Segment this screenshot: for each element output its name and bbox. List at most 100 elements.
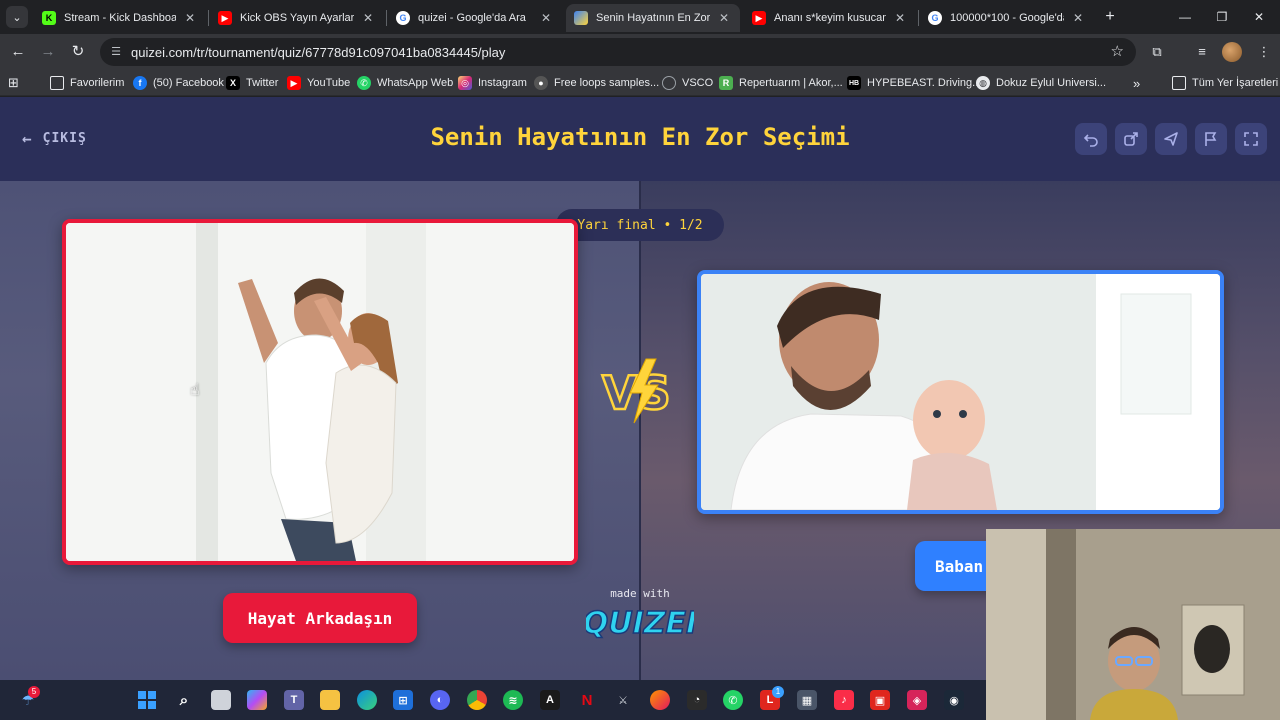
- apps-icon[interactable]: ⊞: [8, 75, 19, 91]
- whatsapp-icon[interactable]: ✆: [723, 690, 743, 710]
- right-choice-card[interactable]: [697, 270, 1224, 514]
- bookmark-label: VSCO: [682, 77, 714, 89]
- tab-title: Kick OBS Yayın Ayarları Na: [240, 12, 354, 24]
- bookmark-star-icon[interactable]: ☆: [1111, 42, 1124, 60]
- discord-icon[interactable]: ◐: [430, 690, 450, 710]
- game-icon[interactable]: ⚔: [613, 690, 633, 710]
- globe-icon: ◍: [976, 76, 990, 90]
- maximize-button[interactable]: ❐: [1207, 6, 1237, 28]
- folder-icon: [50, 76, 64, 90]
- close-icon[interactable]: ✕: [1070, 11, 1086, 25]
- bookmark-whatsapp[interactable]: ✆ WhatsApp Web: [357, 75, 453, 91]
- close-icon[interactable]: ✕: [538, 11, 554, 25]
- close-icon[interactable]: ✕: [892, 11, 908, 25]
- teams-icon[interactable]: T: [284, 690, 304, 710]
- share-icon: [1124, 132, 1138, 146]
- close-icon[interactable]: ✕: [360, 11, 376, 25]
- calculator-icon[interactable]: ▦: [797, 690, 817, 710]
- report-button[interactable]: [1195, 123, 1227, 155]
- music-icon[interactable]: ♪: [834, 690, 854, 710]
- site-info-icon[interactable]: ☰: [108, 44, 124, 60]
- tab-title: quizei - Google'da Ara: [418, 12, 526, 24]
- forward-button[interactable]: →: [37, 41, 59, 63]
- quizei-brand-text: QUIZEI: [586, 606, 694, 641]
- netflix-icon[interactable]: N: [577, 690, 597, 710]
- bookmark-all[interactable]: Tüm Yer İşaretleri: [1172, 75, 1278, 91]
- tab-quizei-google[interactable]: G quizei - Google'da Ara ✕: [388, 4, 562, 32]
- bookmark-instagram[interactable]: ◎ Instagram: [458, 75, 527, 91]
- task-view-icon[interactable]: [211, 690, 231, 710]
- close-window-button[interactable]: ✕: [1244, 6, 1274, 28]
- firefox-icon[interactable]: [650, 690, 670, 710]
- steam-icon[interactable]: ◉: [944, 690, 964, 710]
- bookmark-vsco[interactable]: VSCO: [662, 75, 713, 91]
- url-text[interactable]: quizei.com/tr/tournament/quiz/67778d91c0…: [131, 45, 505, 60]
- fullscreen-icon: [1244, 132, 1258, 146]
- menu-icon[interactable]: ⋮: [1254, 42, 1274, 62]
- send-button[interactable]: [1155, 123, 1187, 155]
- more-bookmarks-icon[interactable]: »: [1133, 75, 1140, 91]
- copilot-icon[interactable]: [247, 690, 267, 710]
- bookmark-deu[interactable]: ◍ Dokuz Eylul Universi...: [976, 75, 1106, 91]
- quizei-logo[interactable]: QUIZEI: [586, 601, 694, 641]
- tab-google-calc[interactable]: G 100000*100 - Google'da A ✕: [920, 4, 1094, 32]
- bookmarks-bar: ⊞ Favorilerim f (50) Facebook X Twitter …: [0, 70, 1280, 96]
- google-icon: G: [928, 11, 942, 25]
- bookmark-facebook[interactable]: f (50) Facebook: [133, 75, 224, 91]
- facebook-icon: f: [133, 76, 147, 90]
- left-choice-button[interactable]: Hayat Arkadaşın: [223, 593, 417, 643]
- tab-separator: [918, 10, 919, 26]
- weather-badge: 5: [28, 686, 40, 698]
- file-explorer-icon[interactable]: [320, 690, 340, 710]
- extensions-icon[interactable]: ⧉: [1147, 42, 1167, 62]
- whatsapp-icon: ✆: [357, 76, 371, 90]
- close-icon[interactable]: ✕: [716, 11, 732, 25]
- new-tab-button[interactable]: +: [1100, 7, 1120, 27]
- tab-quiz-active[interactable]: Senin Hayatının En Zor Seç ✕: [566, 4, 740, 32]
- spotify-icon[interactable]: ≋: [503, 690, 523, 710]
- back-button[interactable]: ←: [7, 41, 29, 63]
- app-badge: 1: [772, 686, 784, 698]
- address-bar[interactable]: ☰ quizei.com/tr/tournament/quiz/67778d91…: [100, 38, 1136, 66]
- couple-photo: [66, 223, 574, 561]
- tab-kick-obs[interactable]: ▶ Kick OBS Yayın Ayarları Na ✕: [210, 4, 384, 32]
- instagram-icon: ◎: [458, 76, 472, 90]
- start-button[interactable]: [137, 690, 157, 710]
- bookmark-free-loops[interactable]: ● Free loops samples...: [534, 75, 659, 91]
- edge-icon[interactable]: [357, 690, 377, 710]
- undo-button[interactable]: [1075, 123, 1107, 155]
- kickstarter-icon[interactable]: ◈: [907, 690, 927, 710]
- bookmark-label: YouTube: [307, 77, 351, 89]
- media-control-icon[interactable]: ≡: [1192, 42, 1212, 62]
- bookmark-label: Dokuz Eylul Universi...: [996, 77, 1107, 89]
- x-icon: X: [226, 76, 240, 90]
- tab-kick-dashboard[interactable]: K Stream - Kick Dashboard ✕: [34, 4, 206, 32]
- bookmark-favorilerim[interactable]: Favorilerim: [50, 75, 124, 91]
- profile-avatar[interactable]: [1222, 42, 1242, 62]
- search-icon[interactable]: ⌕: [174, 690, 194, 710]
- bookmark-repertuar[interactable]: R Repertuarım | Akor,...: [719, 75, 843, 91]
- bookmark-twitter[interactable]: X Twitter: [226, 75, 278, 91]
- microsoft-store-icon[interactable]: ⊞: [393, 690, 413, 710]
- affinity-icon[interactable]: A: [540, 690, 560, 710]
- father-baby-photo: [701, 274, 1220, 510]
- bookmark-youtube[interactable]: ▶ YouTube: [287, 75, 350, 91]
- tab-youtube-video[interactable]: ▶ Ananı s*keyim kusucam şir ✕: [744, 4, 916, 32]
- close-icon[interactable]: ✕: [182, 11, 198, 25]
- bookmark-hypebeast[interactable]: HB HYPEBEAST. Driving...: [847, 75, 981, 91]
- webcam-feed: [986, 529, 1280, 720]
- share-button[interactable]: [1115, 123, 1147, 155]
- google-icon: G: [396, 11, 410, 25]
- minimize-button[interactable]: —: [1170, 6, 1200, 28]
- capture-icon[interactable]: ◔: [687, 690, 707, 710]
- tab-search-button[interactable]: ⌄: [6, 6, 28, 28]
- quizei-icon: [574, 11, 588, 25]
- vs-logo: VS: [601, 358, 672, 424]
- bookmark-label: Free loops samples...: [554, 77, 660, 89]
- reload-button[interactable]: ↻: [67, 41, 89, 63]
- fullscreen-button[interactable]: [1235, 123, 1267, 155]
- red-app-icon[interactable]: ▣: [870, 690, 890, 710]
- hypebeast-icon: HB: [847, 76, 861, 90]
- chrome-icon[interactable]: [467, 690, 487, 710]
- left-choice-card[interactable]: [62, 219, 578, 565]
